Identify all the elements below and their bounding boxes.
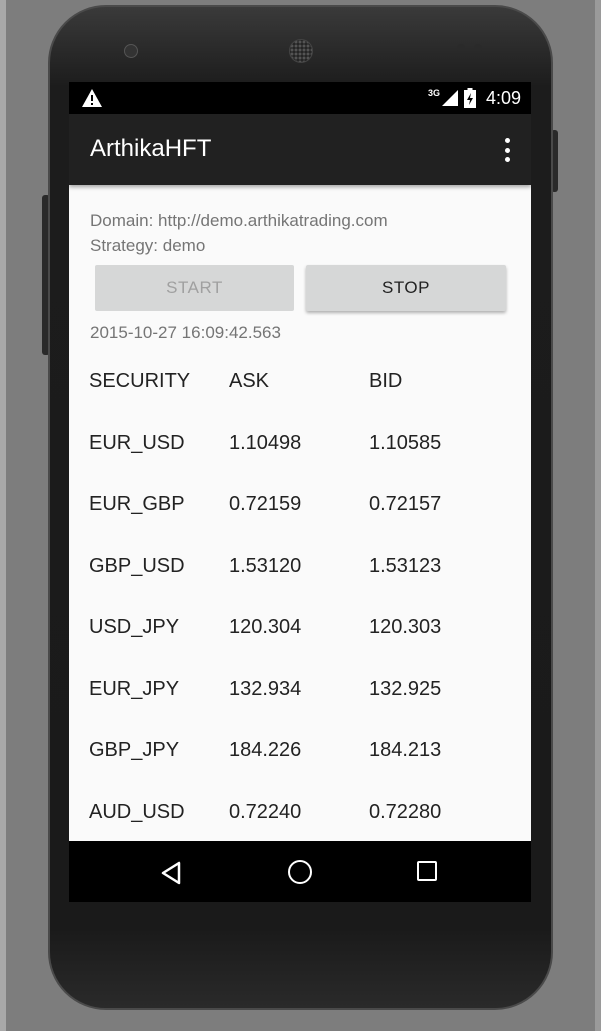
table-header-row: SECURITY ASK BID	[89, 351, 489, 413]
quotes-table: SECURITY ASK BID EUR_USD 1.10498 1.10585…	[89, 351, 489, 843]
domain-label: Domain: http://demo.arthikatrading.com	[90, 211, 388, 230]
ask-cell: 0.72240	[229, 800, 302, 823]
table-row: EUR_USD 1.10498 1.10585	[89, 413, 489, 475]
security-cell: EUR_JPY	[89, 677, 180, 700]
emulator-left-rail	[0, 0, 6, 1031]
ask-cell: 120.304	[229, 616, 302, 639]
back-triangle-icon[interactable]	[160, 861, 182, 885]
table-row: AUD_USD 0.72240 0.72280	[89, 782, 489, 844]
recents-square-icon[interactable]	[417, 861, 437, 881]
proximity-sensor-icon	[457, 44, 465, 52]
signal-icon	[441, 90, 458, 106]
table-row: GBP_JPY 184.226 184.213	[89, 720, 489, 782]
security-cell: USD_JPY	[89, 616, 180, 639]
bid-cell: 184.213	[369, 739, 442, 762]
action-buttons: START STOP	[95, 265, 506, 311]
column-header-bid: BID	[369, 370, 403, 393]
main-content: Domain: http://demo.arthikatrading.com S…	[69, 208, 531, 343]
device-screen: 3G 4:09 ArthikaHFT Domain: http://demo.a…	[69, 82, 531, 902]
network-type-label: 3G	[427, 88, 440, 98]
front-camera-icon	[124, 44, 138, 58]
column-header-ask: ASK	[229, 370, 270, 393]
ask-cell: 0.72159	[229, 493, 302, 516]
app-bar: ArthikaHFT	[69, 114, 531, 185]
security-cell: GBP_USD	[89, 554, 185, 577]
table-row: USD_JPY 120.304 120.303	[89, 597, 489, 659]
bid-cell: 1.53123	[369, 554, 442, 577]
app-title: ArthikaHFT	[90, 135, 212, 162]
home-circle-icon[interactable]	[288, 860, 312, 884]
battery-charging-icon	[463, 88, 476, 108]
status-indicators: 3G 4:09	[428, 82, 521, 114]
status-bar: 3G 4:09	[69, 82, 531, 114]
table-row: EUR_GBP 0.72159 0.72157	[89, 474, 489, 536]
ask-cell: 184.226	[229, 739, 302, 762]
earpiece-speaker-icon	[289, 39, 313, 63]
column-header-security: SECURITY	[89, 370, 191, 393]
security-cell: GBP_JPY	[89, 739, 180, 762]
table-row: GBP_USD 1.53120 1.53123	[89, 536, 489, 598]
bid-cell: 0.72280	[369, 800, 442, 823]
security-cell: AUD_USD	[89, 800, 185, 823]
timestamp-label: 2015-10-27 16:09:42.563	[90, 323, 281, 342]
light-sensor-icon	[474, 44, 482, 52]
stop-button[interactable]: STOP	[306, 265, 506, 311]
table-row: EUR_JPY 132.934 132.925	[89, 659, 489, 721]
overflow-menu-icon[interactable]	[503, 138, 511, 162]
bid-cell: 0.72157	[369, 493, 442, 516]
emulator-right-rail	[595, 0, 601, 1031]
ask-cell: 1.53120	[229, 554, 302, 577]
bid-cell: 120.303	[369, 616, 442, 639]
start-button[interactable]: START	[95, 265, 294, 311]
navigation-bar	[69, 841, 531, 902]
bid-cell: 1.10585	[369, 431, 442, 454]
security-cell: EUR_GBP	[89, 493, 185, 516]
strategy-label: Strategy: demo	[90, 236, 206, 255]
bid-cell: 132.925	[369, 677, 442, 700]
warning-icon	[82, 89, 102, 107]
ask-cell: 132.934	[229, 677, 302, 700]
status-time: 4:09	[485, 87, 521, 108]
ask-cell: 1.10498	[229, 431, 302, 454]
security-cell: EUR_USD	[89, 431, 185, 454]
